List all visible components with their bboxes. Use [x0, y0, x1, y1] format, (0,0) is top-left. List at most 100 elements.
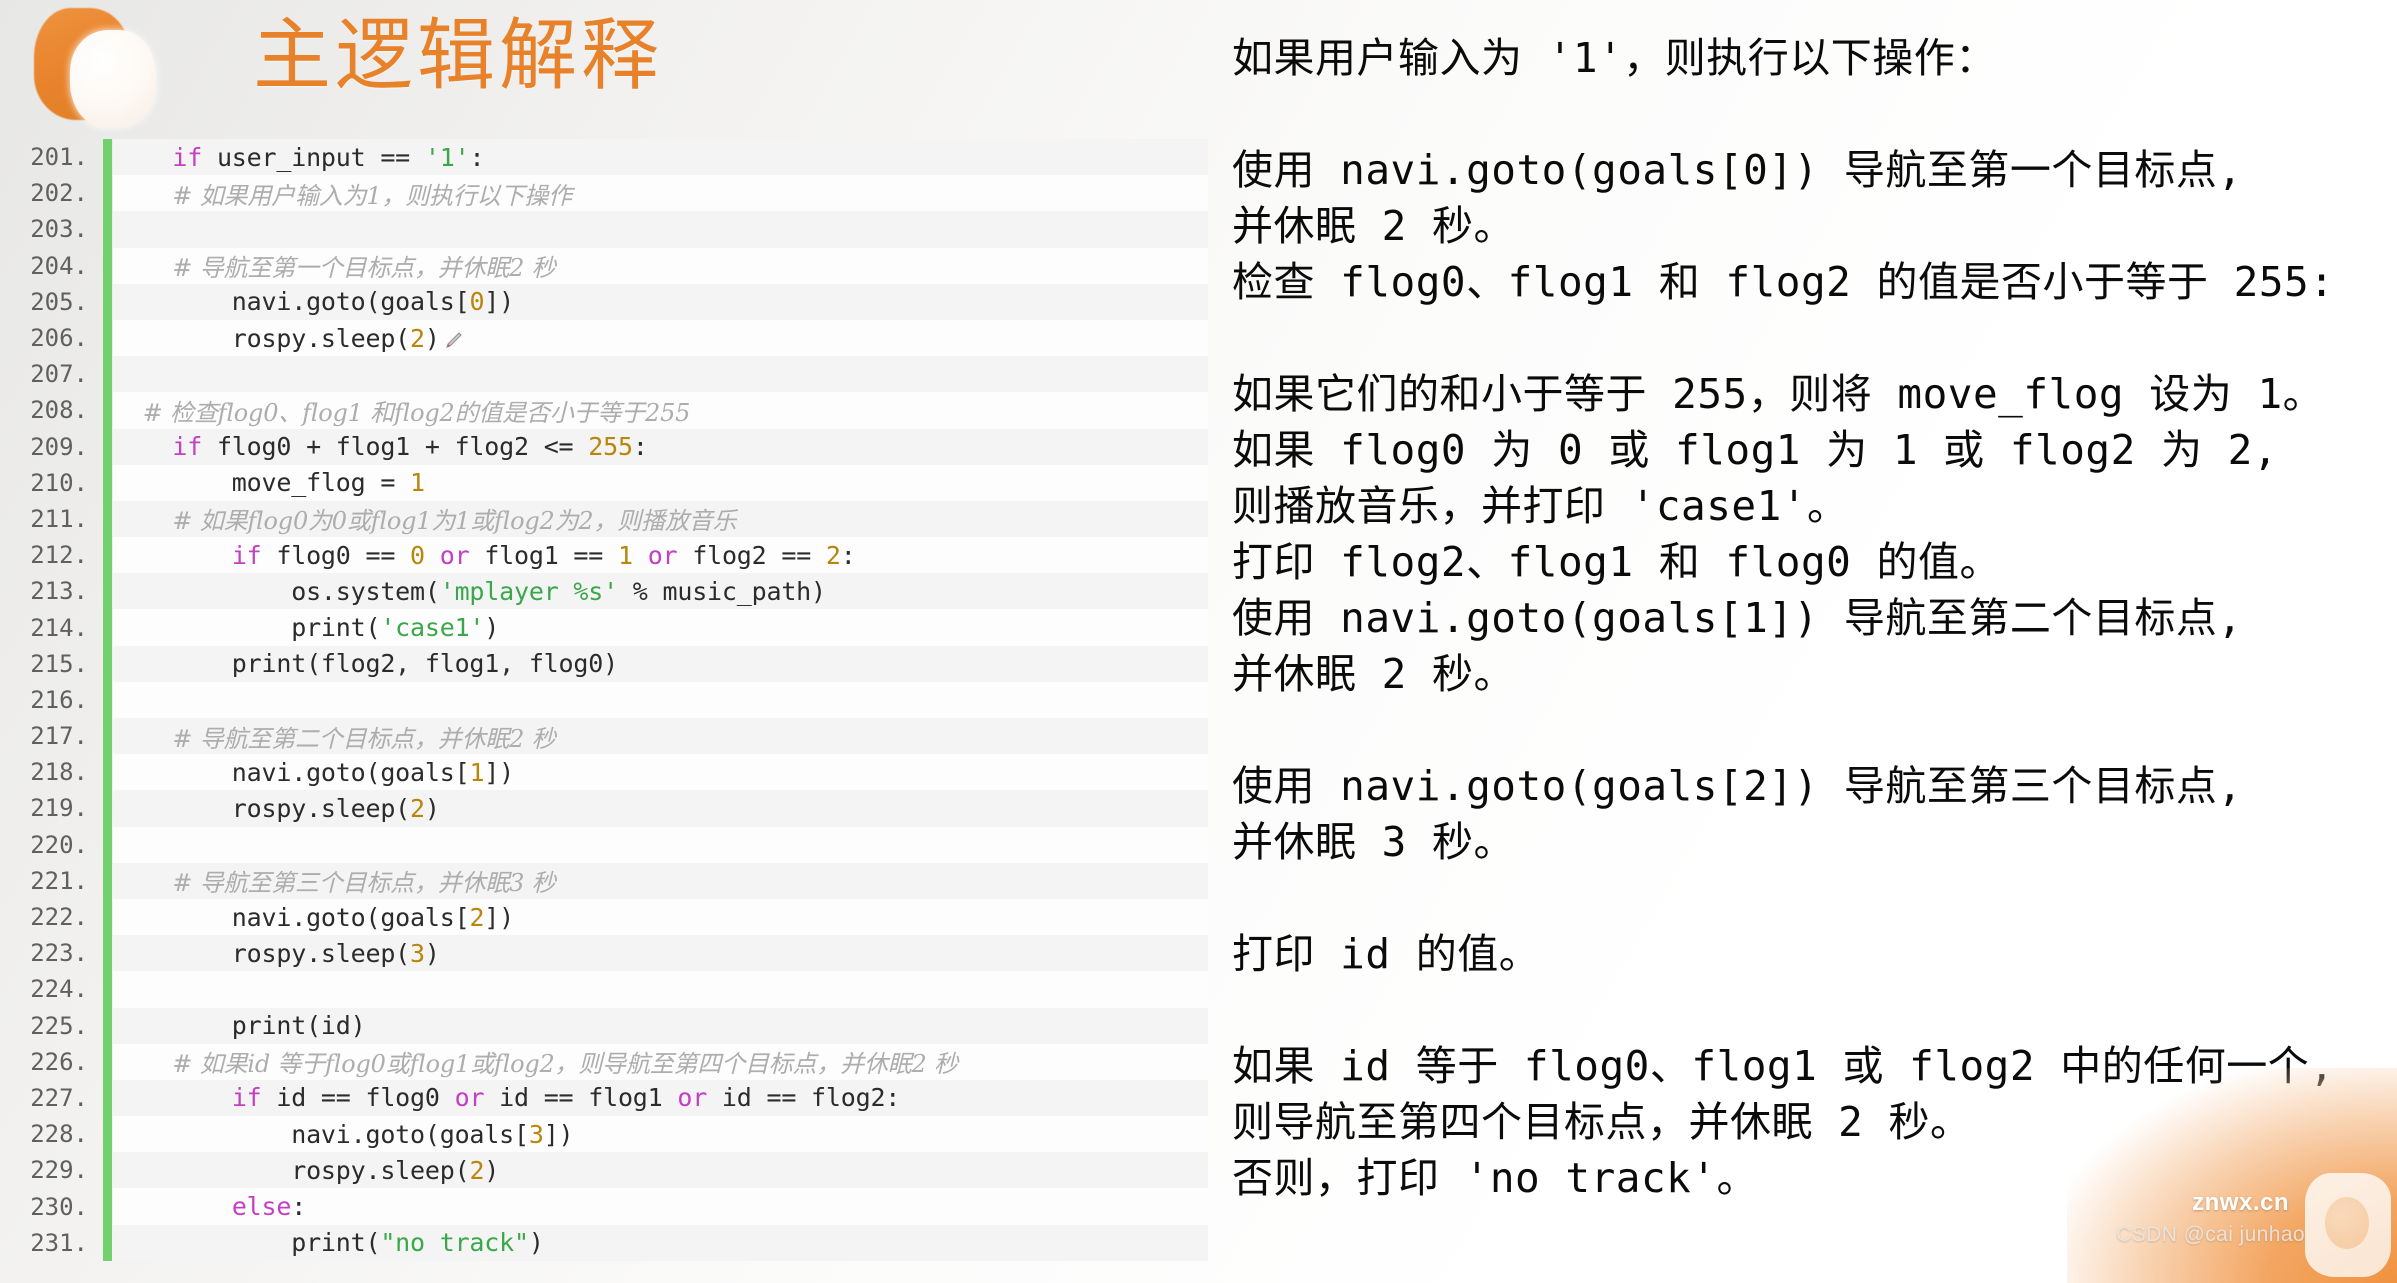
explanation-spacer — [1232, 310, 2382, 366]
code-line[interactable]: 229. rospy.sleep(2) — [0, 1152, 1208, 1189]
code-line[interactable]: 226. # 如果id 等于flog0或flog1或flog2，则导航至第四个目… — [0, 1043, 1208, 1080]
code-line-text[interactable]: # 导航至第二个目标点，并休眠2 秒 — [113, 719, 555, 754]
code-line-text[interactable]: if flog0 + flog1 + flog2 <= 255: — [113, 432, 647, 461]
code-line[interactable]: 215. print(flog2, flog1, flog0) — [0, 645, 1208, 682]
code-block[interactable]: 201. if user_input == '1': 202. # 如果用户输入为… — [0, 139, 1208, 1283]
code-line-background — [113, 971, 1208, 1008]
explanation-spacer — [1232, 982, 2382, 1038]
code-line-text[interactable]: # 如果flog0为0或flog1为1或flog2为2，则播放音乐 — [113, 501, 736, 536]
gutter-marker-bar — [103, 1079, 112, 1117]
code-line[interactable]: 230. else: — [0, 1188, 1208, 1225]
code-line[interactable]: 222. navi.goto(goals[2]) — [0, 898, 1208, 936]
line-number: 227. — [30, 1083, 88, 1112]
explanation-spacer — [1232, 702, 2382, 758]
watermark-site: znwx.cn — [2192, 1189, 2289, 1216]
code-line[interactable]: 225. print(id) — [0, 1007, 1208, 1044]
code-line-text[interactable]: print("no track") — [113, 1228, 544, 1257]
code-line-text[interactable]: rospy.sleep(3) — [113, 939, 440, 968]
code-line-text[interactable]: navi.goto(goals[3]) — [113, 1120, 573, 1149]
code-line-text[interactable]: navi.goto(goals[2]) — [113, 903, 514, 932]
gutter-marker-bar — [103, 573, 112, 610]
code-line-text[interactable]: # 导航至第三个目标点，并休眠3 秒 — [113, 863, 555, 898]
code-line-text[interactable]: # 导航至第一个目标点，并休眠2 秒 — [113, 248, 555, 283]
code-line[interactable]: 203. — [0, 211, 1208, 248]
code-line-text[interactable]: if flog0 == 0 or flog1 == 1 or flog2 == … — [113, 541, 856, 570]
gutter-marker-bar — [103, 1188, 112, 1225]
code-line-text[interactable]: rospy.sleep(2) — [113, 324, 464, 353]
line-number: 202. — [30, 179, 88, 208]
code-line-text[interactable]: move_flog = 1 — [113, 468, 425, 497]
code-line[interactable]: 212. if flog0 == 0 or flog1 == 1 or flog… — [0, 537, 1208, 574]
code-line[interactable]: 224. — [0, 971, 1208, 1008]
code-line[interactable]: 223. rospy.sleep(3) — [0, 935, 1208, 972]
code-line-background — [113, 681, 1208, 718]
code-line[interactable]: 208. # 检查flog0、flog1 和flog2的值是否小于等于255 — [0, 392, 1208, 429]
code-line-text[interactable]: print(flog2, flog1, flog0) — [113, 649, 618, 678]
line-number: 228. — [30, 1120, 88, 1149]
explanation-line: 使用 navi.goto(goals[1]) 导航至第二个目标点, — [1232, 594, 2243, 642]
code-line-text[interactable]: if id == flog0 or id == flog1 or id == f… — [113, 1083, 901, 1112]
explanation-line: 并休眠 2 秒。 — [1232, 202, 1516, 250]
code-line[interactable]: 211. # 如果flog0为0或flog1为1或flog2为2，则播放音乐 — [0, 500, 1208, 538]
code-line-text[interactable]: rospy.sleep(2) — [113, 1156, 499, 1185]
code-line-text[interactable]: rospy.sleep(2) — [113, 794, 440, 823]
line-number: 221. — [30, 866, 88, 895]
code-line[interactable]: 220. — [0, 826, 1208, 863]
code-line[interactable]: 218. navi.goto(goals[1]) — [0, 754, 1208, 791]
code-line[interactable]: 221. # 导航至第三个目标点，并休眠3 秒 — [0, 862, 1208, 899]
line-number: 204. — [30, 251, 88, 280]
code-line-text[interactable]: print(id) — [113, 1011, 366, 1040]
code-line[interactable]: 205. navi.goto(goals[0]) — [0, 283, 1208, 320]
explanation-spacer — [1232, 86, 2382, 142]
code-line-text[interactable]: # 检查flog0、flog1 和flog2的值是否小于等于255 — [113, 393, 691, 428]
code-line-text[interactable]: else: — [113, 1192, 306, 1221]
code-line[interactable]: 228. navi.goto(goals[3]) — [0, 1116, 1208, 1153]
code-line-text[interactable]: # 如果id 等于flog0或flog1或flog2，则导航至第四个目标点，并休… — [113, 1044, 958, 1079]
line-number: 215. — [30, 649, 88, 678]
explanation-line: 打印 id 的值。 — [1232, 930, 1541, 978]
gutter-marker-bar — [103, 247, 112, 284]
code-line[interactable]: 210. move_flog = 1 — [0, 464, 1208, 501]
explanation-paragraph: 如果 id 等于 flog0、flog1 或 flog2 中的任何一个, 则导航至… — [1232, 1038, 2382, 1206]
code-line[interactable]: 209. if flog0 + flog1 + flog2 <= 255: — [0, 428, 1208, 465]
gutter-marker-bar — [103, 356, 112, 393]
gutter-marker-bar — [103, 681, 112, 718]
code-line-text[interactable]: print('case1') — [113, 613, 499, 642]
code-line[interactable]: 219. rospy.sleep(2) — [0, 790, 1208, 827]
line-number: 216. — [30, 685, 88, 714]
gutter-marker-bar — [103, 935, 112, 972]
code-line[interactable]: 202. # 如果用户输入为1，则执行以下操作 — [0, 175, 1208, 212]
code-line[interactable]: 206. rospy.sleep(2) — [0, 319, 1208, 357]
code-line[interactable]: 227. if id == flog0 or id == flog1 or id… — [0, 1079, 1208, 1117]
code-line[interactable]: 213. os.system('mplayer %s' % music_path… — [0, 573, 1208, 610]
line-number: 218. — [30, 758, 88, 787]
code-line[interactable]: 216. — [0, 681, 1208, 718]
code-line-text[interactable]: navi.goto(goals[1]) — [113, 758, 514, 787]
gutter-marker-bar — [103, 790, 112, 827]
code-line[interactable]: 207. — [0, 356, 1208, 393]
code-line[interactable]: 214. print('case1') — [0, 609, 1208, 646]
page-title: 主逻辑解释 — [253, 11, 664, 101]
code-line-text[interactable]: os.system('mplayer %s' % music_path) — [113, 577, 826, 606]
code-line-text[interactable]: # 如果用户输入为1，则执行以下操作 — [113, 176, 572, 211]
code-line[interactable]: 231. print("no track") — [0, 1224, 1208, 1261]
line-number: 207. — [30, 360, 88, 389]
gutter-marker-bar — [103, 175, 112, 212]
code-line-text[interactable]: navi.goto(goals[0]) — [113, 287, 514, 316]
explanation-line: 如果 id 等于 flog0、flog1 或 flog2 中的任何一个, — [1232, 1042, 2335, 1090]
gutter-marker-bar — [103, 139, 112, 176]
code-line[interactable]: 204. # 导航至第一个目标点，并休眠2 秒 — [0, 247, 1208, 284]
line-number: 230. — [30, 1192, 88, 1221]
code-line[interactable]: 201. if user_input == '1': — [0, 139, 1208, 176]
explanation-line: 则播放音乐，并打印 'case1'。 — [1232, 482, 1849, 530]
line-number: 214. — [30, 613, 88, 642]
explanation-paragraph: 使用 navi.goto(goals[2]) 导航至第三个目标点, 并休眠 3 秒… — [1232, 758, 2382, 870]
code-line[interactable]: 217. # 导航至第二个目标点，并休眠2 秒 — [0, 718, 1208, 755]
line-number: 213. — [30, 577, 88, 606]
explanation-line: 则导航至第四个目标点，并休眠 2 秒。 — [1232, 1098, 1972, 1146]
line-number: 225. — [30, 1011, 88, 1040]
hexagon-crescent-logo-icon — [26, 2, 156, 134]
code-line-text[interactable]: if user_input == '1': — [113, 143, 484, 172]
gutter-marker-bar — [103, 1043, 112, 1080]
gutter-marker-bar — [103, 609, 112, 646]
